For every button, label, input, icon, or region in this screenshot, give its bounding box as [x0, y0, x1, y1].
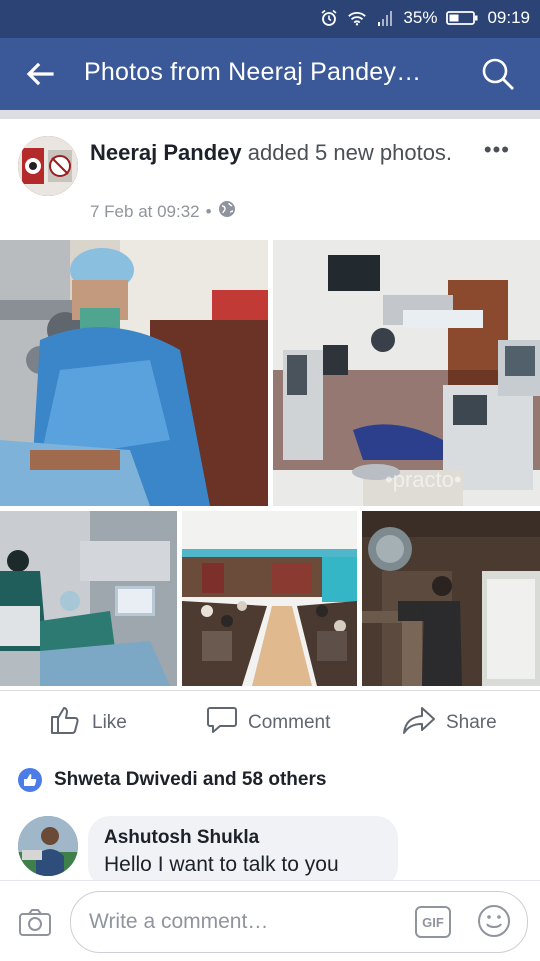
- status-bar: 35% 09:19: [0, 0, 540, 38]
- arrow-left-icon[interactable]: [22, 56, 58, 92]
- author-avatar[interactable]: [18, 136, 78, 196]
- meta-separator: •: [205, 201, 212, 221]
- status-bar-items: 35% 09:19: [319, 8, 530, 28]
- post-meta: 7 Feb at 09:32 •: [90, 200, 236, 223]
- post-action-text: added 5 new photos.: [247, 140, 453, 165]
- search-icon[interactable]: [478, 54, 518, 94]
- reactions-summary[interactable]: Shweta Dwivedi and 58 others: [18, 768, 326, 792]
- emoji-icon[interactable]: [477, 904, 511, 938]
- share-button[interactable]: Share: [402, 705, 497, 741]
- comment-text: Hello I want to talk to you: [104, 853, 339, 876]
- comment-icon: [206, 705, 238, 741]
- battery-percent: 35%: [403, 8, 438, 27]
- like-label: Like: [92, 712, 127, 733]
- comment-button[interactable]: Comment: [206, 705, 330, 741]
- feed-divider: [0, 110, 540, 119]
- photo-procedure[interactable]: [0, 511, 177, 686]
- comment-bubble[interactable]: Ashutosh Shukla Hello I want to talk to …: [88, 816, 398, 888]
- photo-operating-room[interactable]: •practo•: [273, 240, 540, 506]
- practo-watermark: •practo•: [385, 467, 462, 492]
- wifi-icon: [347, 8, 367, 28]
- status-time: 09:19: [487, 8, 530, 27]
- globe-icon: [218, 200, 236, 223]
- page-title: Photos from Neeraj Pandey…: [84, 58, 422, 86]
- share-label: Share: [446, 712, 497, 733]
- like-button[interactable]: Like: [50, 705, 127, 741]
- camera-icon[interactable]: [18, 905, 52, 939]
- photo-seminar[interactable]: [182, 511, 357, 686]
- post-actions: Like Comment Share: [0, 690, 540, 751]
- comment-placeholder: Write a comment…: [89, 910, 269, 933]
- photo-surgeon[interactable]: [0, 240, 268, 506]
- gif-button[interactable]: GIF: [415, 906, 451, 938]
- thumbs-up-icon: [50, 705, 82, 741]
- post-header: Neeraj Pandey added 5 new photos. 7 Feb …: [0, 119, 540, 237]
- signal-icon: [375, 8, 395, 28]
- comment-input[interactable]: Write a comment… GIF: [70, 891, 528, 953]
- photo-speaker[interactable]: [362, 511, 540, 686]
- app-bar: Photos from Neeraj Pandey…: [0, 38, 540, 110]
- commenter-name[interactable]: Ashutosh Shukla: [104, 827, 259, 849]
- commenter-avatar[interactable]: [18, 816, 78, 876]
- post-text: Neeraj Pandey added 5 new photos.: [90, 139, 470, 167]
- share-icon: [402, 705, 436, 741]
- post-date[interactable]: 7 Feb at 09:32: [90, 202, 200, 222]
- photo-grid: •practo•: [0, 240, 540, 686]
- alarm-icon: [319, 8, 339, 28]
- more-icon[interactable]: •••: [484, 137, 510, 163]
- battery-icon: [445, 8, 479, 28]
- reactions-text: Shweta Dwivedi and 58 others: [54, 769, 327, 790]
- post-author[interactable]: Neeraj Pandey: [90, 140, 242, 165]
- comment-label: Comment: [248, 712, 331, 733]
- like-badge-icon: [18, 768, 42, 792]
- comment-composer: Write a comment… GIF: [0, 880, 540, 961]
